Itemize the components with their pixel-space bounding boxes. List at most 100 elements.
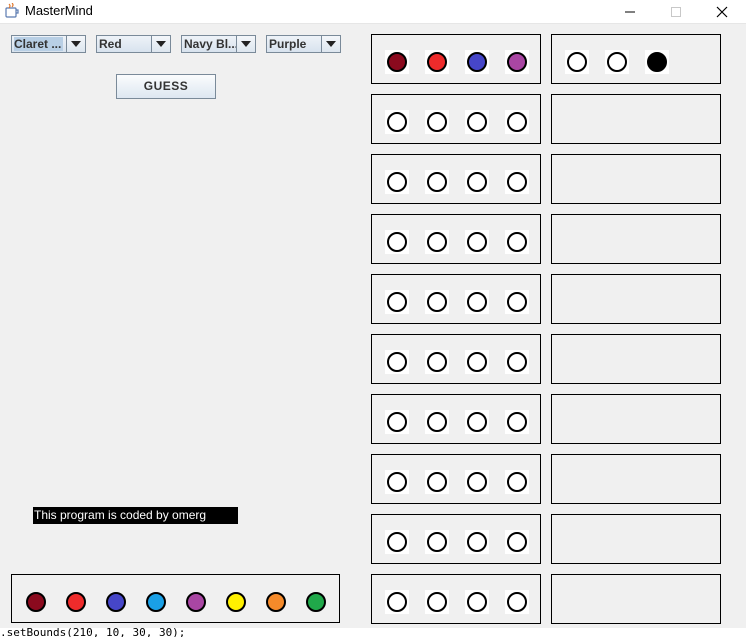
maximize-icon	[671, 7, 681, 17]
guess-row-6	[371, 334, 541, 384]
guess-peg	[467, 592, 487, 612]
window-title: MasterMind	[25, 3, 93, 18]
chevron-down-icon	[326, 41, 336, 47]
color-select-1-arrow[interactable]	[66, 36, 85, 52]
feedback-row-10	[551, 574, 721, 624]
guess-peg	[467, 52, 487, 72]
minimize-button[interactable]	[607, 0, 653, 23]
guess-peg	[387, 112, 407, 132]
guess-peg	[387, 532, 407, 552]
color-palette	[11, 574, 340, 623]
guess-peg	[427, 532, 447, 552]
guess-row-8	[371, 454, 541, 504]
guess-peg	[387, 352, 407, 372]
palette-peg-navy-blue[interactable]	[106, 592, 126, 612]
color-select-3-value: Navy Bl...	[184, 37, 239, 51]
guess-peg	[427, 172, 447, 192]
guess-peg	[507, 532, 527, 552]
java-icon	[5, 3, 19, 18]
palette-peg-red[interactable]	[66, 592, 86, 612]
color-select-4[interactable]: Purple	[266, 35, 341, 53]
guess-peg	[507, 412, 527, 432]
guess-row-7	[371, 394, 541, 444]
guess-peg	[507, 112, 527, 132]
feedback-row-3	[551, 154, 721, 204]
feedback-row-6	[551, 334, 721, 384]
close-button[interactable]	[699, 0, 745, 23]
guess-peg	[427, 52, 447, 72]
guess-row-1	[371, 34, 541, 84]
guess-button[interactable]: GUESS	[116, 74, 216, 99]
feedback-row-1	[551, 34, 721, 84]
guess-peg	[467, 472, 487, 492]
guess-peg	[467, 532, 487, 552]
feedback-row-5	[551, 274, 721, 324]
guess-peg	[387, 472, 407, 492]
guess-peg	[467, 232, 487, 252]
guess-peg	[427, 112, 447, 132]
title-bar[interactable]: MasterMind	[0, 0, 746, 24]
palette-peg-orange[interactable]	[266, 592, 286, 612]
guess-peg	[467, 292, 487, 312]
credit-label: This program is coded by omerg	[33, 507, 238, 524]
color-select-2[interactable]: Red	[96, 35, 171, 53]
guess-row-10	[371, 574, 541, 624]
guess-peg	[387, 412, 407, 432]
guess-peg	[467, 112, 487, 132]
guess-peg	[427, 232, 447, 252]
guess-peg	[387, 232, 407, 252]
guess-peg	[467, 412, 487, 432]
close-icon	[716, 6, 728, 18]
guess-peg	[507, 232, 527, 252]
guess-peg	[427, 352, 447, 372]
chevron-down-icon	[241, 41, 251, 47]
guess-row-3	[371, 154, 541, 204]
palette-peg-cyan[interactable]	[146, 592, 166, 612]
guess-peg	[507, 592, 527, 612]
color-select-2-value: Red	[99, 37, 122, 51]
guess-peg	[507, 352, 527, 372]
feedback-row-9	[551, 514, 721, 564]
color-select-1[interactable]: Claret ...	[11, 35, 86, 53]
guess-peg	[507, 172, 527, 192]
color-select-4-value: Purple	[269, 37, 307, 51]
feedback-row-4	[551, 214, 721, 264]
chevron-down-icon	[71, 41, 81, 47]
color-select-1-value: Claret ...	[14, 37, 64, 51]
feedback-row-2	[551, 94, 721, 144]
color-select-3-arrow[interactable]	[236, 36, 255, 52]
palette-peg-claret[interactable]	[26, 592, 46, 612]
guess-peg	[427, 412, 447, 432]
feedback-row-7	[551, 394, 721, 444]
guess-row-2	[371, 94, 541, 144]
feedback-peg	[607, 52, 627, 72]
chevron-down-icon	[156, 41, 166, 47]
color-select-2-arrow[interactable]	[151, 36, 170, 52]
guess-peg	[387, 172, 407, 192]
guess-peg	[387, 52, 407, 72]
guess-peg	[467, 172, 487, 192]
guess-peg	[507, 292, 527, 312]
guess-peg	[427, 592, 447, 612]
palette-peg-purple[interactable]	[186, 592, 206, 612]
guess-peg	[387, 592, 407, 612]
guess-row-4	[371, 214, 541, 264]
guess-peg	[427, 292, 447, 312]
console-output: .setBounds(210, 10, 30, 30);	[0, 628, 186, 637]
mastermind-window: MasterMind Claret ... Red Navy Bl... Pur…	[0, 0, 746, 628]
guess-peg	[387, 292, 407, 312]
maximize-button[interactable]	[653, 0, 699, 23]
color-select-3[interactable]: Navy Bl...	[181, 35, 256, 53]
minimize-icon	[625, 11, 635, 13]
guess-peg	[467, 352, 487, 372]
guess-row-9	[371, 514, 541, 564]
palette-peg-yellow[interactable]	[226, 592, 246, 612]
guess-peg	[507, 52, 527, 72]
palette-peg-green[interactable]	[306, 592, 326, 612]
guess-row-5	[371, 274, 541, 324]
color-select-4-arrow[interactable]	[321, 36, 340, 52]
guess-peg	[507, 472, 527, 492]
feedback-peg	[647, 52, 667, 72]
feedback-peg	[567, 52, 587, 72]
feedback-row-8	[551, 454, 721, 504]
